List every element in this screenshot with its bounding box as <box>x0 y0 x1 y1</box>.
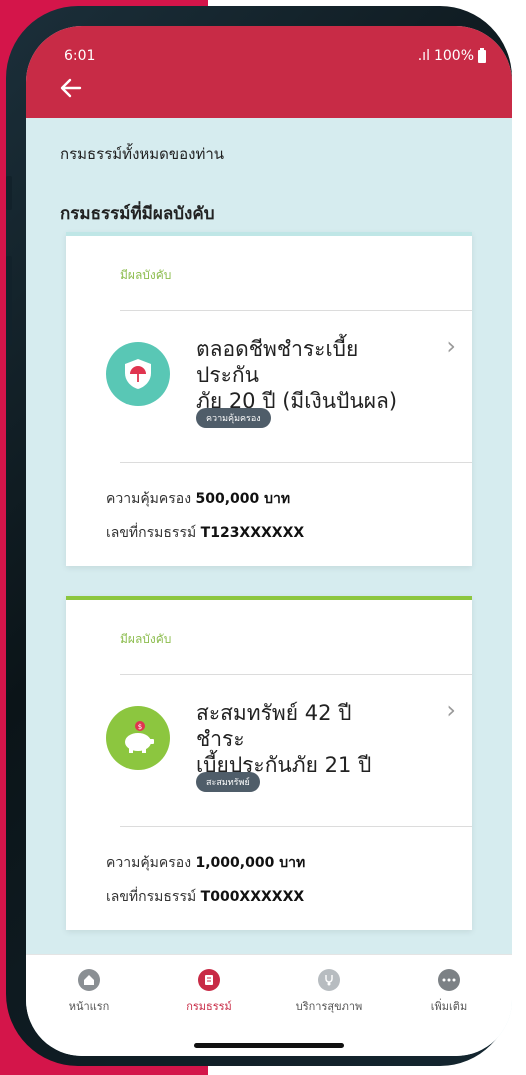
status-indicators: .ıl 100% <box>417 47 486 64</box>
divider <box>120 462 472 463</box>
policy-number-label: เลขที่กรมธรรม์ <box>106 889 197 905</box>
nav-item-policy[interactable]: กรมธรรม์ <box>154 969 264 1015</box>
policy-type-badge: ความคุ้มครอง <box>196 408 271 428</box>
policy-name-line1: สะสมทรัพย์ 42 ปี ชำระ <box>196 701 352 751</box>
policy-card[interactable]: มีผลบังคับ ตลอดชีพชำระเบี้ยประกัน ภัย 20… <box>66 232 472 566</box>
card-accent-line <box>66 232 472 236</box>
battery-icon <box>478 47 486 63</box>
app-screen: 6:01 .ıl 100% กรมธรรม์ทั้งหมดของท่าน กรม… <box>26 26 512 1056</box>
nav-label: หน้าแรก <box>68 1000 110 1013</box>
phone-side-button <box>6 176 12 210</box>
coverage-value: 1,000,000 บาท <box>195 855 306 871</box>
svg-text:$: $ <box>138 723 142 731</box>
home-indicator <box>194 1043 344 1048</box>
policy-card[interactable]: มีผลบังคับ $ สะสมทรัพย์ 42 ปี ชำระ เบี้ย… <box>66 596 472 930</box>
home-icon <box>78 969 100 991</box>
nav-item-home[interactable]: หน้าแรก <box>34 969 144 1015</box>
divider <box>120 310 472 311</box>
policy-number-label: เลขที่กรมธรรม์ <box>106 525 197 541</box>
coverage-row: ความคุ้มครอง 1,000,000 บาท <box>106 852 305 874</box>
stethoscope-icon <box>318 969 340 991</box>
nav-label: เพิ่มเติม <box>430 1000 468 1013</box>
policy-type-badge: สะสมทรัพย์ <box>196 772 260 792</box>
policy-number-row: เลขที่กรมธรรม์ T123XXXXXX <box>106 522 304 544</box>
divider <box>120 674 472 675</box>
policy-number-row: เลขที่กรมธรรม์ T000XXXXXX <box>106 886 304 908</box>
coverage-label: ความคุ้มครอง <box>106 491 192 507</box>
coverage-label: ความคุ้มครอง <box>106 855 192 871</box>
policy-number-value: T000XXXXXX <box>200 889 305 905</box>
all-policies-title: กรมธรรม์ทั้งหมดของท่าน <box>60 145 225 163</box>
coverage-row: ความคุ้มครอง 500,000 บาท <box>106 488 290 510</box>
status-time: 6:01 <box>64 48 96 64</box>
app-header: 6:01 .ıl 100% <box>26 26 512 118</box>
signal-icon: .ıl <box>417 48 430 64</box>
policy-number-value: T123XXXXXX <box>200 525 305 541</box>
phone-frame: 6:01 .ıl 100% กรมธรรม์ทั้งหมดของท่าน กรม… <box>6 6 512 1066</box>
policy-name[interactable]: สะสมทรัพย์ 42 ปี ชำระ เบี้ยประกันภัย 21 … <box>196 700 406 778</box>
nav-item-health-service[interactable]: บริการสุขภาพ <box>274 969 384 1015</box>
policy-document-icon <box>198 969 220 991</box>
card-accent-line <box>66 596 472 600</box>
more-dots-icon <box>438 969 460 991</box>
policy-status: มีผลบังคับ <box>120 632 172 646</box>
battery-percent: 100% <box>433 48 474 64</box>
divider <box>120 826 472 827</box>
coverage-value: 500,000 บาท <box>195 491 291 507</box>
piggy-bank-icon: $ <box>106 706 170 770</box>
nav-item-more[interactable]: เพิ่มเติม <box>394 969 504 1015</box>
nav-label: กรมธรรม์ <box>186 1000 232 1013</box>
bottom-navigation: หน้าแรก กรมธรรม์ บริการสุขภาพ เพิ่มเติม <box>26 954 512 1056</box>
policy-status: มีผลบังคับ <box>120 268 172 282</box>
nav-label: บริการสุขภาพ <box>295 1000 363 1013</box>
chevron-right-icon[interactable]: › <box>446 332 456 360</box>
active-policies-title: กรมธรรม์ที่มีผลบังคับ <box>60 204 215 224</box>
chevron-right-icon[interactable]: › <box>446 696 456 724</box>
policy-name-line1: ตลอดชีพชำระเบี้ยประกัน <box>196 337 359 387</box>
back-arrow-icon[interactable] <box>60 76 82 104</box>
phone-side-button <box>6 256 12 346</box>
umbrella-shield-icon <box>106 342 170 406</box>
policy-name[interactable]: ตลอดชีพชำระเบี้ยประกัน ภัย 20 ปี (มีเงิน… <box>196 336 406 414</box>
